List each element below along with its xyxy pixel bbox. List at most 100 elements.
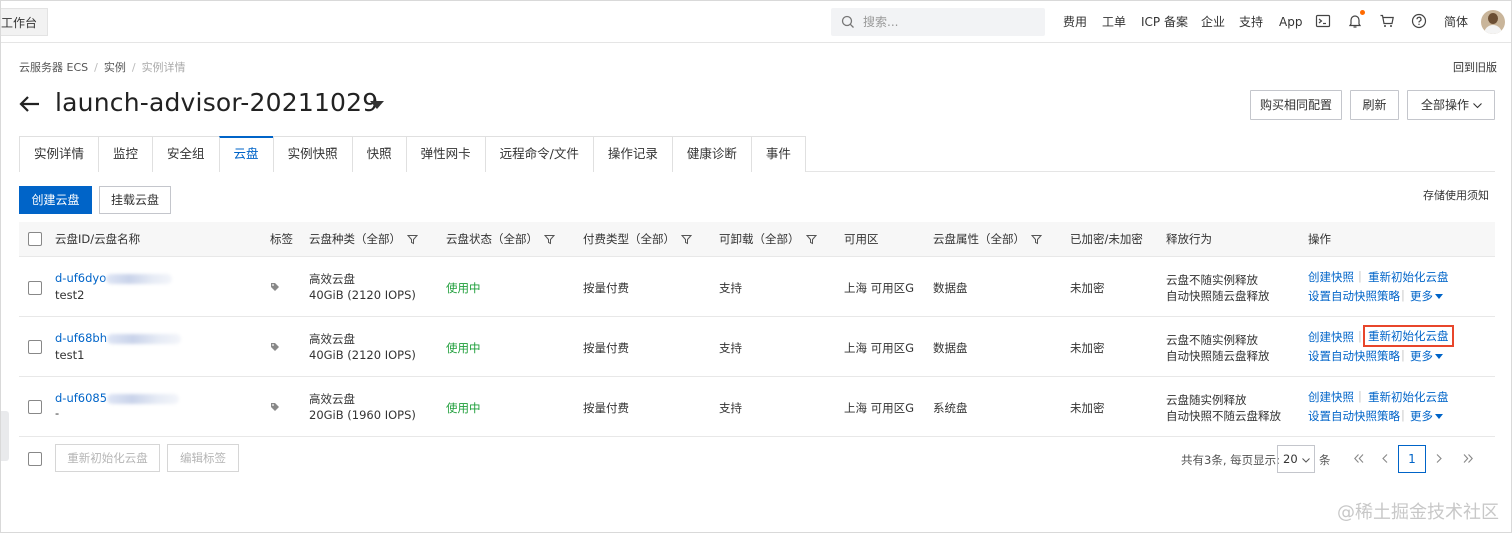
last-page-button[interactable]	[1454, 445, 1482, 473]
tab-instance-details[interactable]: 实例详情	[19, 136, 99, 172]
refresh-button[interactable]: 刷新	[1350, 90, 1399, 120]
page-number-current[interactable]: 1	[1398, 445, 1426, 473]
action-divider: |	[1401, 348, 1405, 362]
help-icon[interactable]	[1411, 13, 1427, 29]
header-detachable[interactable]: 可卸载（全部）	[719, 222, 817, 257]
table-header: 云盘ID/云盘名称 标签 云盘种类（全部） 云盘状态（全部） 付费类型（全部） …	[19, 222, 1495, 257]
next-page-button[interactable]	[1425, 445, 1453, 473]
tag-icon[interactable]	[270, 342, 280, 352]
notification-bell-icon[interactable]	[1347, 13, 1363, 29]
search-box[interactable]: 搜索...	[831, 8, 1045, 36]
reinit-disk-link-highlighted[interactable]: 重新初始化云盘	[1363, 325, 1454, 347]
reinit-disk-link[interactable]: 重新初始化云盘	[1368, 269, 1449, 285]
tab-eni[interactable]: 弹性网卡	[405, 136, 485, 172]
avatar-head	[1488, 13, 1498, 24]
instance-switch-caret-icon[interactable]	[370, 101, 384, 110]
breadcrumb-instances[interactable]: 实例	[104, 61, 126, 74]
filter-icon[interactable]	[544, 234, 555, 245]
disk-id-link[interactable]: d-uf68bh	[55, 331, 182, 345]
back-arrow-icon[interactable]	[19, 93, 41, 115]
terminal-icon[interactable]	[1315, 13, 1331, 29]
batch-reinit-button[interactable]: 重新初始化云盘	[55, 444, 160, 472]
footer-select-all-checkbox[interactable]	[28, 452, 42, 466]
header-disk-status[interactable]: 云盘状态（全部）	[446, 222, 555, 257]
tab-operation-records[interactable]: 操作记录	[592, 136, 672, 172]
breadcrumb-current: 实例详情	[141, 61, 186, 74]
tab-remote-commands[interactable]: 远程命令/文件	[484, 136, 593, 172]
tag-icon[interactable]	[270, 402, 280, 412]
row-checkbox[interactable]	[28, 340, 42, 354]
action-divider: |	[1358, 269, 1362, 283]
language-switch[interactable]: 简体	[1444, 1, 1468, 43]
more-dropdown[interactable]: 更多	[1410, 408, 1443, 424]
prev-page-button[interactable]	[1371, 445, 1399, 473]
tab-monitoring[interactable]: 监控	[98, 136, 153, 172]
create-disk-button[interactable]: 创建云盘	[19, 186, 92, 214]
tab-security-group[interactable]: 安全组	[152, 136, 219, 172]
zone: 上海 可用区G	[844, 341, 915, 355]
encryption: 未加密	[1070, 341, 1105, 355]
header-detachable-label: 可卸载（全部）	[719, 232, 800, 246]
nav-app[interactable]: App	[1279, 1, 1302, 43]
header-release: 释放行为	[1166, 232, 1212, 246]
chevron-down-icon	[1302, 458, 1310, 463]
caret-down-icon	[1435, 354, 1443, 359]
breadcrumb-ecs[interactable]: 云服务器 ECS	[19, 61, 88, 74]
filter-icon[interactable]	[805, 234, 817, 245]
search-placeholder[interactable]: 搜索...	[863, 8, 898, 36]
nav-support[interactable]: 支持	[1239, 1, 1263, 43]
tag-icon[interactable]	[270, 282, 280, 292]
row-checkbox[interactable]	[28, 281, 42, 295]
cart-icon[interactable]	[1379, 13, 1395, 29]
tab-health-diagnosis[interactable]: 健康诊断	[671, 136, 751, 172]
all-operations-dropdown[interactable]: 全部操作	[1407, 90, 1495, 120]
disk-attr: 数据盘	[933, 281, 968, 295]
tab-disks[interactable]: 云盘	[218, 136, 273, 172]
auto-snapshot-policy-link[interactable]: 设置自动快照策略	[1308, 348, 1400, 364]
create-snapshot-link[interactable]: 创建快照	[1308, 269, 1354, 285]
user-avatar[interactable]	[1481, 10, 1505, 34]
create-snapshot-link[interactable]: 创建快照	[1308, 329, 1354, 345]
more-dropdown[interactable]: 更多	[1410, 288, 1443, 304]
auto-snapshot-policy-link[interactable]: 设置自动快照策略	[1308, 408, 1400, 424]
row-checkbox[interactable]	[28, 400, 42, 414]
nav-enterprise[interactable]: 企业	[1201, 1, 1225, 43]
side-panel-handle[interactable]	[1, 411, 9, 461]
action-divider: |	[1358, 389, 1362, 403]
batch-edit-tags-button[interactable]: 编辑标签	[167, 444, 239, 472]
header-disk-type[interactable]: 云盘种类（全部）	[309, 222, 418, 257]
detail-tabs: 实例详情 监控 安全组 云盘 实例快照 快照 弹性网卡 远程命令/文件 操作记录…	[19, 136, 806, 172]
back-to-old-version-link[interactable]: 回到旧版	[1453, 59, 1497, 75]
filter-icon[interactable]	[1031, 234, 1042, 245]
attach-disk-button[interactable]: 挂载云盘	[99, 186, 171, 214]
workbench-link[interactable]: 工作台	[1, 8, 49, 36]
tab-events[interactable]: 事件	[750, 136, 806, 172]
auto-snapshot-policy-link[interactable]: 设置自动快照策略	[1308, 288, 1400, 304]
header-pay-type[interactable]: 付费类型（全部）	[583, 222, 692, 257]
status-badge: 使用中	[446, 341, 481, 355]
buy-same-config-button[interactable]: 购买相同配置	[1250, 90, 1342, 120]
pay-type: 按量付费	[583, 281, 629, 295]
filter-icon[interactable]	[681, 234, 692, 245]
nav-billing[interactable]: 费用	[1063, 1, 1087, 43]
header-pay-type-label: 付费类型（全部）	[583, 232, 675, 246]
disk-id-link[interactable]: d-uf6dyo	[55, 271, 173, 285]
disk-name: test2	[55, 288, 85, 302]
tab-snapshots[interactable]: 快照	[351, 136, 406, 172]
tab-instance-snapshots[interactable]: 实例快照	[272, 136, 352, 172]
header-disk-attr[interactable]: 云盘属性（全部）	[933, 222, 1042, 257]
more-dropdown[interactable]: 更多	[1410, 348, 1443, 364]
page-size-select[interactable]: 20	[1277, 445, 1315, 473]
create-snapshot-link[interactable]: 创建快照	[1308, 389, 1354, 405]
double-chevron-right-icon	[1463, 454, 1473, 463]
masked-id	[107, 333, 182, 344]
nav-icp[interactable]: ICP 备案	[1141, 1, 1188, 43]
storage-notice-link[interactable]: 存储使用须知	[1423, 187, 1489, 203]
table-row: d-uf68bh test1 高效云盘 40GiB (2120 IOPS) 使用…	[19, 318, 1495, 377]
first-page-button[interactable]	[1345, 445, 1373, 473]
disk-id-link[interactable]: d-uf6085	[55, 391, 180, 405]
reinit-disk-link[interactable]: 重新初始化云盘	[1368, 389, 1449, 405]
nav-ticket[interactable]: 工单	[1102, 1, 1126, 43]
select-all-checkbox[interactable]	[28, 232, 42, 246]
filter-icon[interactable]	[407, 234, 418, 245]
